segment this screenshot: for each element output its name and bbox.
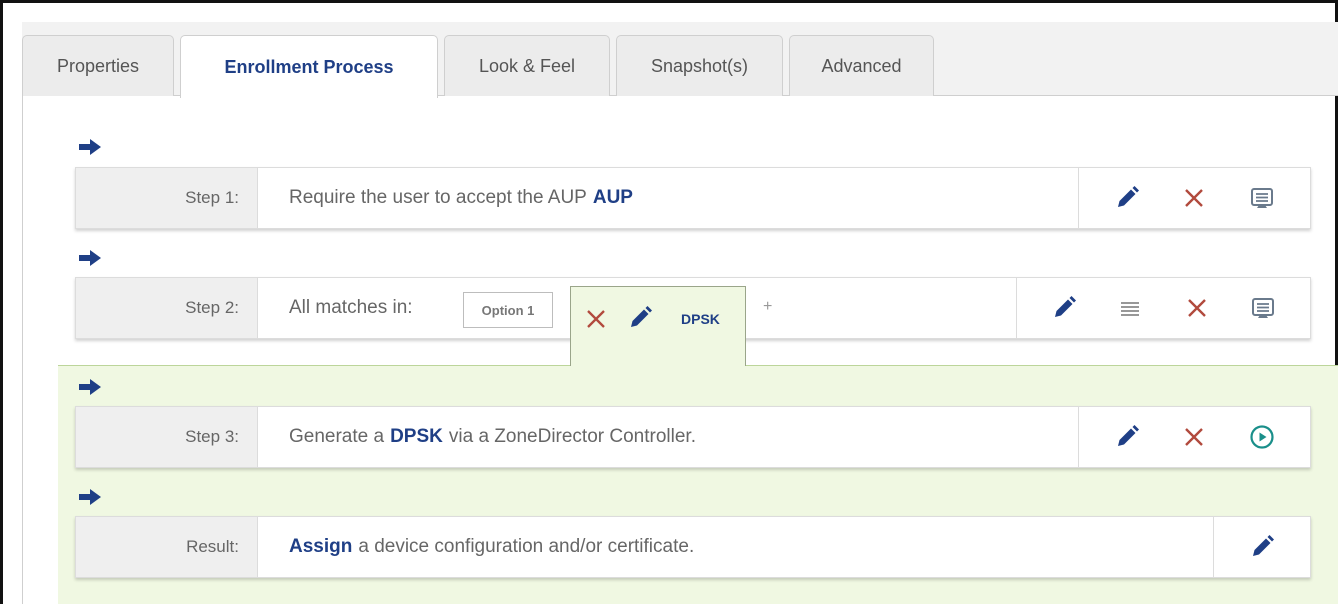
step-description: All matches in: <box>289 278 413 338</box>
step-text: a device configuration and/or certificat… <box>358 536 695 557</box>
delete-icon[interactable] <box>1184 295 1210 321</box>
insert-step-arrow-icon[interactable] <box>79 139 101 155</box>
tab-snapshots[interactable]: Snapshot(s) <box>616 35 783 96</box>
delete-icon[interactable] <box>585 308 607 330</box>
step-highlight: DPSK <box>390 426 443 447</box>
step-label: Result: <box>76 517 258 577</box>
tab-bar: Properties Enrollment Process Look & Fee… <box>22 22 1338 98</box>
tab-advanced[interactable]: Advanced <box>789 35 934 96</box>
dpsk-tab-label: DPSK <box>681 311 720 327</box>
step-highlight: AUP <box>592 187 633 208</box>
step-description: Require the user to accept the AUP AUP <box>289 168 639 228</box>
dpsk-option-tab[interactable]: DPSK <box>570 286 746 366</box>
tab-enrollment-process[interactable]: Enrollment Process <box>180 35 438 98</box>
tab-look-and-feel[interactable]: Look & Feel <box>444 35 610 96</box>
add-option-button[interactable]: + <box>763 298 772 316</box>
preview-icon[interactable] <box>1250 295 1276 321</box>
edit-icon[interactable] <box>1249 534 1275 560</box>
delete-icon[interactable] <box>1181 424 1207 450</box>
step-actions <box>1078 407 1310 467</box>
step-actions <box>1213 517 1310 577</box>
step-row-3: Step 3: Generate a DPSK via a ZoneDirect… <box>75 406 1311 468</box>
tab-properties[interactable]: Properties <box>22 35 174 96</box>
step-row-2: Step 2: All matches in: Option 1 DPSK + <box>75 277 1311 366</box>
step-label: Step 2: <box>76 278 258 338</box>
step-description: Generate a DPSK via a ZoneDirector Contr… <box>289 407 696 467</box>
step-label: Step 1: <box>76 168 258 228</box>
step-text: Generate a <box>289 426 385 447</box>
edit-icon[interactable] <box>1114 185 1140 211</box>
insert-step-arrow-icon[interactable] <box>79 250 101 266</box>
play-icon[interactable] <box>1249 424 1275 450</box>
preview-icon[interactable] <box>1249 185 1275 211</box>
panel-border <box>22 96 23 604</box>
edit-icon[interactable] <box>1114 424 1140 450</box>
step-row-1: Step 1: Require the user to accept the A… <box>75 167 1311 229</box>
step-description: Assign a device configuration and/or cer… <box>289 517 694 577</box>
step-label: Step 3: <box>76 407 258 467</box>
result-row: Result: Assign a device configuration an… <box>75 516 1311 578</box>
step-text: Require the user to accept the AUP <box>289 187 587 208</box>
step-text: All matches in: <box>289 297 413 318</box>
step-text: via a ZoneDirector Controller. <box>448 426 696 447</box>
step-actions <box>1078 168 1310 228</box>
edit-icon[interactable] <box>627 305 653 331</box>
insert-step-arrow-icon[interactable] <box>79 379 101 395</box>
step-highlight: Assign <box>289 536 353 557</box>
step-actions <box>1016 278 1310 338</box>
insert-step-arrow-icon[interactable] <box>79 489 101 505</box>
edit-icon[interactable] <box>1051 295 1077 321</box>
reorder-icon[interactable] <box>1117 295 1143 321</box>
option-tab[interactable]: Option 1 <box>463 292 553 328</box>
delete-icon[interactable] <box>1181 185 1207 211</box>
